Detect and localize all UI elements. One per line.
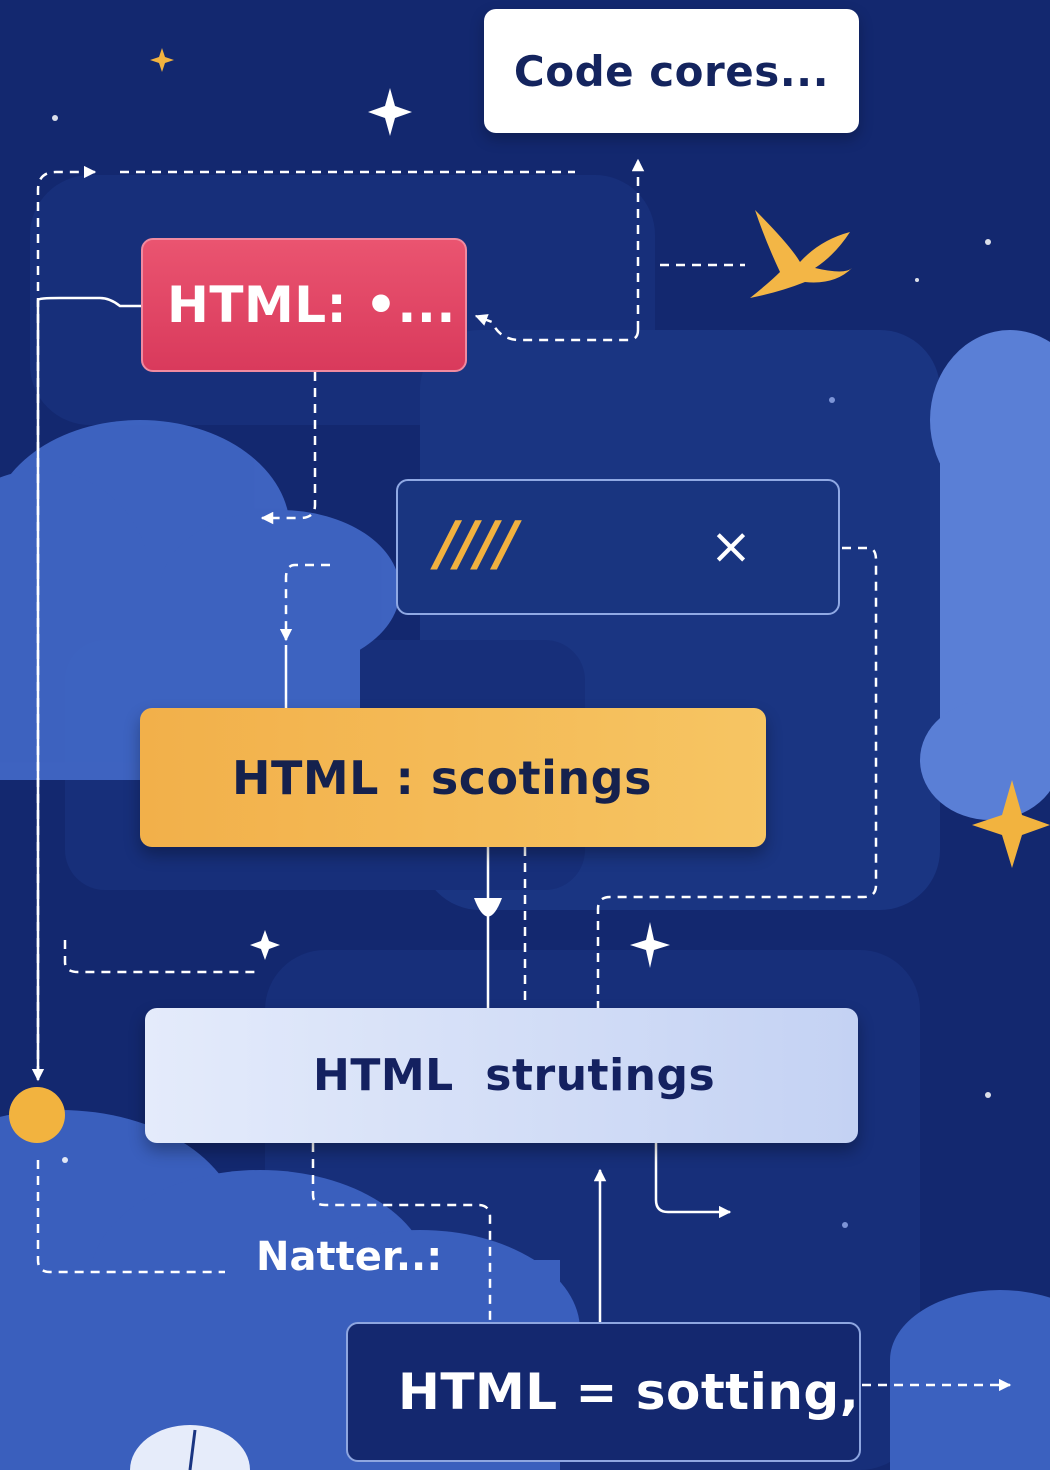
bird-icon bbox=[750, 210, 852, 298]
node-code-cores[interactable]: Code cores... bbox=[484, 9, 859, 133]
connector-left-loop bbox=[63, 940, 258, 974]
arrow-icon bbox=[474, 898, 502, 917]
cloud bbox=[890, 1290, 1050, 1470]
node-html-light[interactable]: HTML strutings bbox=[145, 1008, 858, 1143]
node-html-yellow[interactable]: HTML : scotings bbox=[140, 708, 766, 847]
node-html-dark[interactable]: HTML = sotting, bbox=[346, 1322, 861, 1462]
label-natter: Natter..: bbox=[256, 1234, 443, 1280]
dot-icon bbox=[9, 1087, 65, 1143]
node-html-red[interactable]: HTML: •... bbox=[141, 238, 467, 372]
slash-mark: //// bbox=[436, 509, 518, 579]
close-icon[interactable]: × bbox=[710, 517, 752, 575]
node-slash-box[interactable]: //// × bbox=[396, 479, 840, 615]
